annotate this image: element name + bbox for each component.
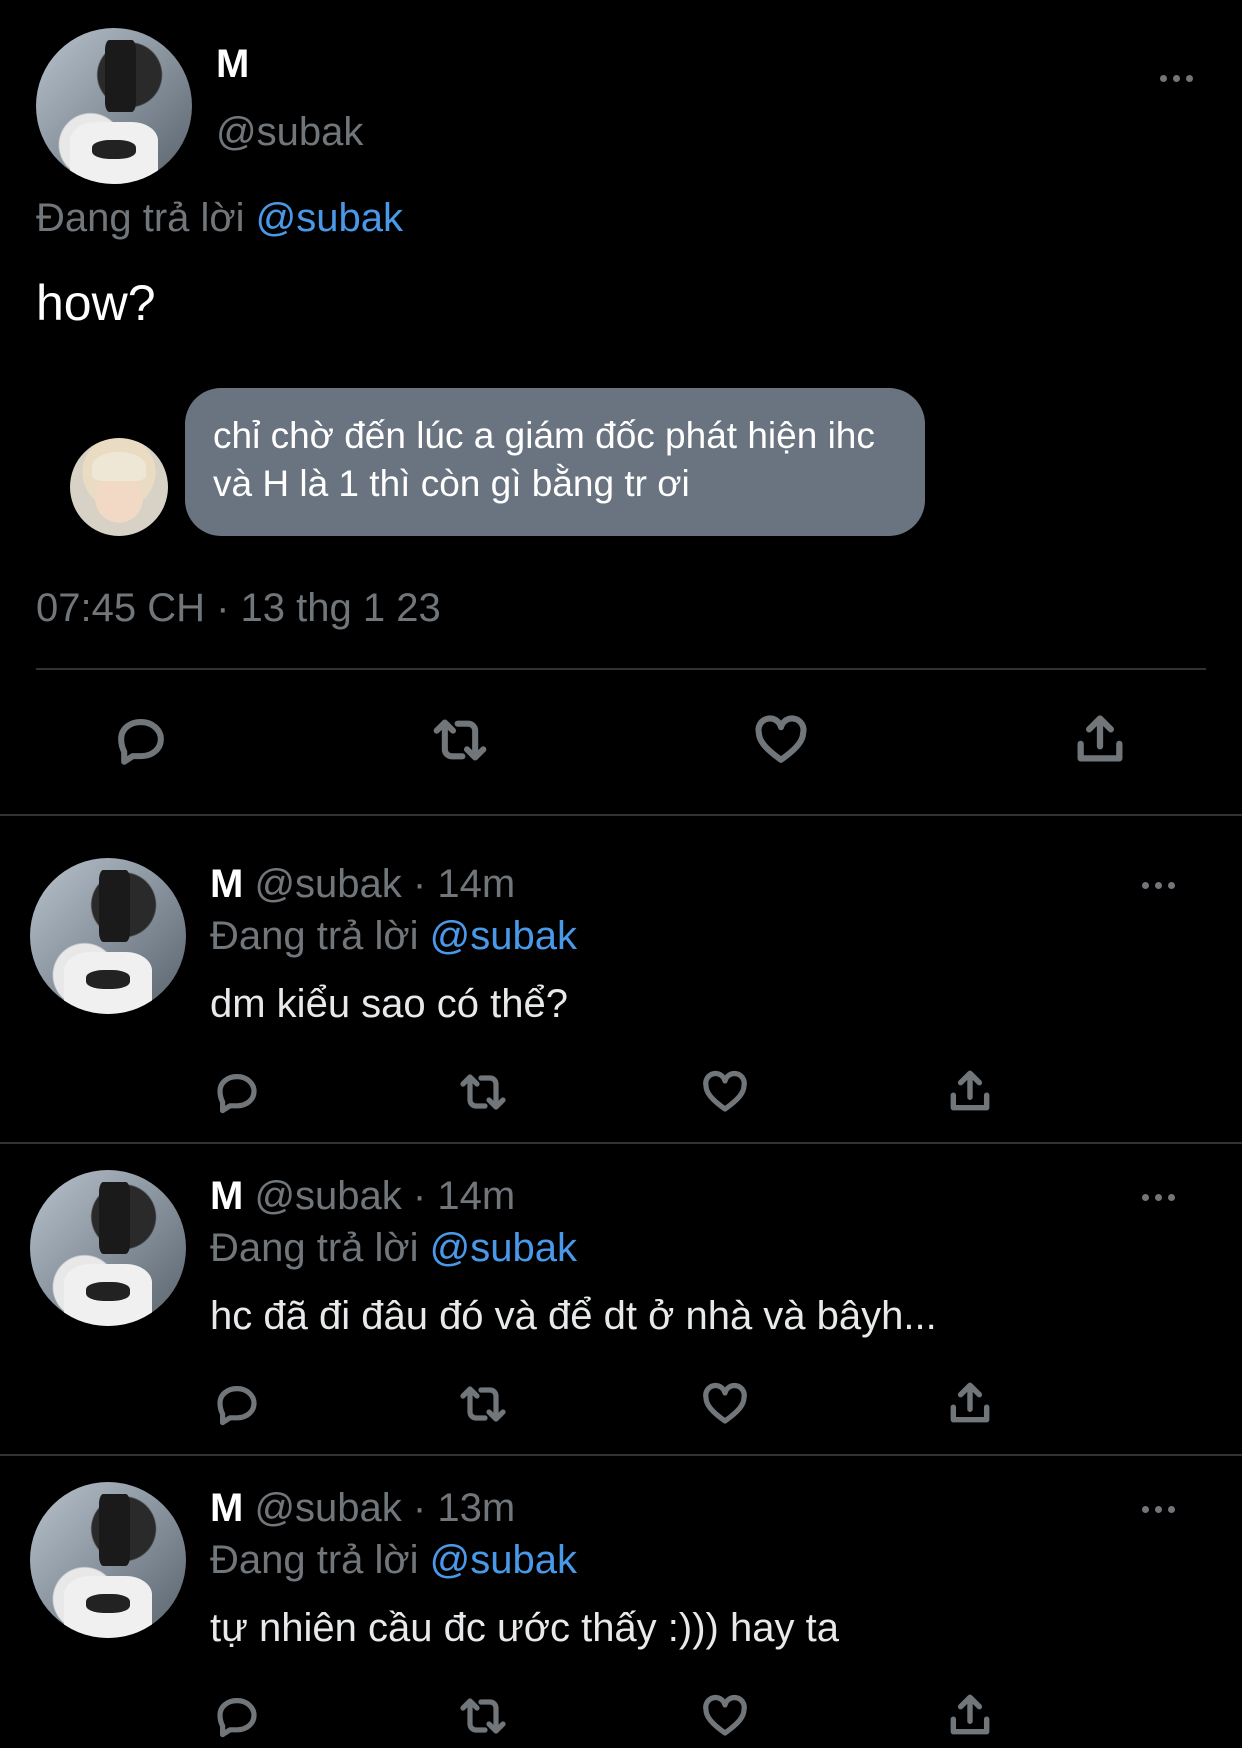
replying-to: Đang trả lời @subak (36, 196, 403, 241)
reply-header: M @subak · 14m (210, 1174, 515, 1219)
share-icon (1077, 715, 1123, 762)
reply-header: M @subak · 14m (210, 862, 515, 907)
reply-header: M @subak · 13m (210, 1486, 515, 1531)
reply-button[interactable] (212, 1380, 262, 1428)
author-avatar[interactable] (36, 28, 192, 184)
retweet-button[interactable] (454, 1692, 512, 1740)
reply-icon (217, 1386, 257, 1426)
author-handle[interactable]: @subak (216, 110, 363, 155)
timestamp-divider (36, 668, 1206, 670)
share-button[interactable] (944, 1378, 996, 1428)
like-button[interactable] (752, 712, 810, 768)
retweet-button[interactable] (426, 712, 494, 768)
reply-handle[interactable]: @subak (254, 862, 401, 906)
share-icon (950, 1694, 990, 1735)
share-button[interactable] (944, 1690, 996, 1740)
author-display-name[interactable]: M (216, 42, 249, 87)
reply-handle[interactable]: @subak (254, 1486, 401, 1530)
retweet-button[interactable] (454, 1380, 512, 1428)
reply-text: dm kiểu sao có thể? (210, 982, 568, 1026)
more-icon (1160, 75, 1167, 82)
retweet-icon (460, 1386, 506, 1422)
share-icon (950, 1382, 990, 1423)
replying-to-handle[interactable]: @subak (430, 1226, 577, 1270)
replying-to-handle[interactable]: @subak (430, 914, 577, 958)
like-icon (703, 1694, 747, 1736)
replying-to-handle[interactable]: @subak (430, 1538, 577, 1582)
more-icon (1142, 882, 1149, 889)
main-tweet: M @subak Đang trả lời @subak how? chỉ ch… (0, 0, 1242, 815)
replying-to-label: Đang trả lời (210, 1538, 419, 1582)
more-icon (1142, 1506, 1149, 1513)
retweet-icon (460, 1074, 506, 1110)
quoted-avatar (70, 438, 168, 536)
more-button[interactable] (1142, 882, 1175, 889)
reply-icon (217, 1698, 257, 1738)
reply-button[interactable] (212, 1692, 262, 1740)
reply-time[interactable]: · 14m (413, 1174, 515, 1218)
tweet-text: how? (36, 275, 156, 331)
more-button[interactable] (1160, 75, 1193, 82)
replying-to-label: Đang trả lời (210, 1226, 419, 1270)
reply-tweet[interactable]: M @subak · 13m Đang trả lời @subak tự nh… (0, 1456, 1242, 1748)
reply-text: tự nhiên cầu đc ước thấy :))) hay ta (210, 1606, 839, 1650)
reply-display-name[interactable]: M (210, 1486, 243, 1530)
replying-to-handle[interactable]: @subak (256, 196, 403, 240)
replying-to: Đang trả lời @subak (210, 1538, 577, 1583)
reply-time[interactable]: · 14m (413, 862, 515, 906)
more-button[interactable] (1142, 1194, 1175, 1201)
replying-to-label: Đang trả lời (36, 196, 245, 240)
reply-icon (118, 719, 164, 765)
reply-text: hc đã đi đâu đó và để dt ở nhà và bâyh..… (210, 1294, 937, 1338)
like-icon (703, 1070, 747, 1112)
replying-to-label: Đang trả lời (210, 914, 419, 958)
quoted-message-text: chỉ chờ đến lúc a giám đốc phát hiện ihc… (213, 415, 875, 504)
reply-display-name[interactable]: M (210, 862, 243, 906)
like-button[interactable] (700, 1068, 750, 1116)
reply-tweet[interactable]: M @subak · 14m Đang trả lời @subak dm ki… (0, 816, 1242, 1142)
share-button[interactable] (944, 1066, 996, 1116)
more-icon (1142, 1194, 1149, 1201)
reply-handle[interactable]: @subak (254, 1174, 401, 1218)
share-button[interactable] (1070, 710, 1130, 768)
retweet-icon (460, 1698, 506, 1734)
replying-to: Đang trả lời @subak (210, 1226, 577, 1271)
like-icon (703, 1382, 747, 1424)
share-icon (950, 1070, 990, 1111)
reply-avatar[interactable] (30, 1482, 186, 1638)
more-button[interactable] (1142, 1506, 1175, 1513)
reply-display-name[interactable]: M (210, 1174, 243, 1218)
reply-button[interactable] (112, 712, 170, 768)
tweet-timestamp[interactable]: 07:45 CH · 13 thg 1 23 (36, 586, 441, 631)
reply-avatar[interactable] (30, 1170, 186, 1326)
reply-button[interactable] (212, 1068, 262, 1116)
retweet-icon (433, 719, 487, 761)
quoted-message-bubble: chỉ chờ đến lúc a giám đốc phát hiện ihc… (185, 388, 925, 536)
reply-icon (217, 1074, 257, 1114)
reply-avatar[interactable] (30, 858, 186, 1014)
replying-to: Đang trả lời @subak (210, 914, 577, 959)
like-icon (755, 715, 807, 763)
like-button[interactable] (700, 1692, 750, 1740)
retweet-button[interactable] (454, 1068, 512, 1116)
reply-tweet[interactable]: M @subak · 14m Đang trả lời @subak hc đã… (0, 1144, 1242, 1454)
reply-time[interactable]: · 13m (413, 1486, 515, 1530)
like-button[interactable] (700, 1380, 750, 1428)
